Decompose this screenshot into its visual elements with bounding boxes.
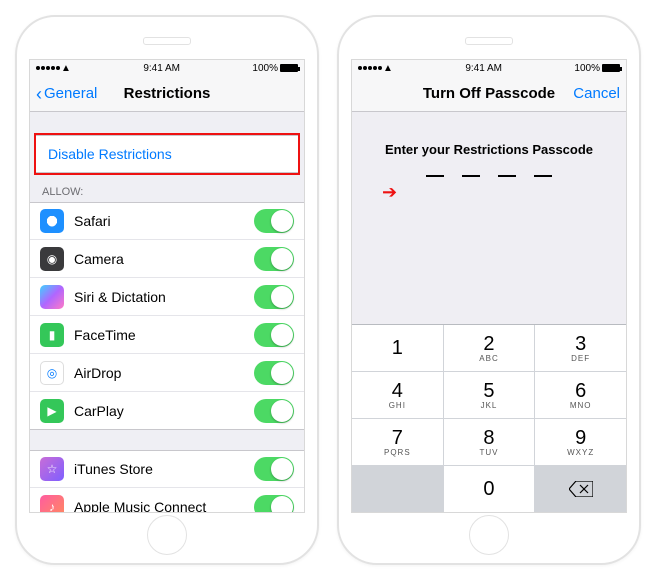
app-label: Safari — [74, 213, 111, 229]
screen: ▲ 9:41 AM 100% ‹ General Restrictions Di… — [29, 59, 305, 513]
carplay-icon: ▶ — [40, 399, 64, 423]
list-item: Siri & Dictation — [30, 278, 304, 316]
phone-passcode: ▲ 9:41 AM 100% Turn Off Passcode Cancel … — [337, 15, 641, 565]
passcode-area: Enter your Restrictions Passcode ➔ — [352, 112, 626, 324]
list-item: ♪ Apple Music Connect — [30, 488, 304, 512]
key-8[interactable]: 8TUV — [444, 419, 535, 465]
list-item: ▮ FaceTime — [30, 316, 304, 354]
signal-icon: ▲ — [358, 63, 393, 74]
wifi-icon: ▲ — [61, 63, 71, 74]
passcode-dash — [498, 175, 516, 177]
content: Disable Restrictions ALLOW: ◎ Safari ◉ C… — [30, 112, 304, 512]
app-label: FaceTime — [74, 327, 136, 343]
screen: ▲ 9:41 AM 100% Turn Off Passcode Cancel … — [351, 59, 627, 513]
app-label: iTunes Store — [74, 461, 153, 477]
facetime-icon: ▮ — [40, 323, 64, 347]
camera-icon: ◉ — [40, 247, 64, 271]
key-4[interactable]: 4GHI — [352, 372, 443, 418]
battery-icon: 100% — [252, 63, 298, 74]
phone-restrictions: ▲ 9:41 AM 100% ‹ General Restrictions Di… — [15, 15, 319, 565]
siri-icon — [40, 285, 64, 309]
status-bar: ▲ 9:41 AM 100% — [352, 60, 626, 76]
app-label: CarPlay — [74, 403, 124, 419]
apple-music-icon: ♪ — [40, 495, 64, 513]
app-label: Siri & Dictation — [74, 289, 166, 305]
app-label: Camera — [74, 251, 124, 267]
chevron-left-icon: ‹ — [36, 85, 42, 103]
list-item: ☆ iTunes Store — [30, 450, 304, 488]
toggle-camera[interactable] — [254, 247, 294, 271]
key-6[interactable]: 6MNO — [535, 372, 626, 418]
battery-icon: 100% — [574, 63, 620, 74]
key-2[interactable]: 2ABC — [444, 325, 535, 371]
keypad: 1 2ABC 3DEF 4GHI 5JKL 6MNO 7PQRS 8TUV 9W… — [352, 324, 626, 512]
wifi-icon: ▲ — [383, 63, 393, 74]
back-label: General — [44, 85, 97, 102]
backspace-icon — [569, 481, 593, 497]
key-0[interactable]: 0 — [444, 466, 535, 512]
passcode-dash — [534, 175, 552, 177]
toggle-itunes[interactable] — [254, 457, 294, 481]
toggle-safari[interactable] — [254, 209, 294, 233]
app-label: AirDrop — [74, 365, 121, 381]
list-item: ▶ CarPlay — [30, 392, 304, 430]
passcode-dash — [462, 175, 480, 177]
app-label: Apple Music Connect — [74, 499, 206, 513]
toggle-facetime[interactable] — [254, 323, 294, 347]
toggle-airdrop[interactable] — [254, 361, 294, 385]
key-9[interactable]: 9WXYZ — [535, 419, 626, 465]
passcode-prompt: Enter your Restrictions Passcode — [385, 142, 593, 157]
list-item: ◉ Camera — [30, 240, 304, 278]
status-time: 9:41 AM — [143, 63, 180, 74]
key-5[interactable]: 5JKL — [444, 372, 535, 418]
safari-icon: ◎ — [40, 209, 64, 233]
passcode-dashes — [426, 175, 552, 177]
back-button[interactable]: ‹ General — [36, 85, 97, 103]
status-bar: ▲ 9:41 AM 100% — [30, 60, 304, 76]
list-item: ◎ Safari — [30, 202, 304, 240]
signal-icon: ▲ — [36, 63, 71, 74]
list-item: ◎ AirDrop — [30, 354, 304, 392]
status-time: 9:41 AM — [465, 63, 502, 74]
key-3[interactable]: 3DEF — [535, 325, 626, 371]
key-blank — [352, 466, 443, 512]
disable-restrictions-button[interactable]: Disable Restrictions — [36, 135, 298, 173]
toggle-apple-music[interactable] — [254, 495, 294, 513]
toggle-siri[interactable] — [254, 285, 294, 309]
key-7[interactable]: 7PQRS — [352, 419, 443, 465]
itunes-icon: ☆ — [40, 457, 64, 481]
key-backspace[interactable] — [535, 466, 626, 512]
allow-header: ALLOW: — [30, 174, 304, 202]
toggle-carplay[interactable] — [254, 399, 294, 423]
airdrop-icon: ◎ — [40, 361, 64, 385]
highlight-disable-restrictions: Disable Restrictions — [34, 133, 300, 175]
key-1[interactable]: 1 — [352, 325, 443, 371]
navbar: Turn Off Passcode Cancel — [352, 76, 626, 112]
cancel-button[interactable]: Cancel — [573, 85, 620, 102]
navbar: ‹ General Restrictions — [30, 76, 304, 112]
passcode-dash — [426, 175, 444, 177]
arrow-icon: ➔ — [382, 182, 397, 203]
